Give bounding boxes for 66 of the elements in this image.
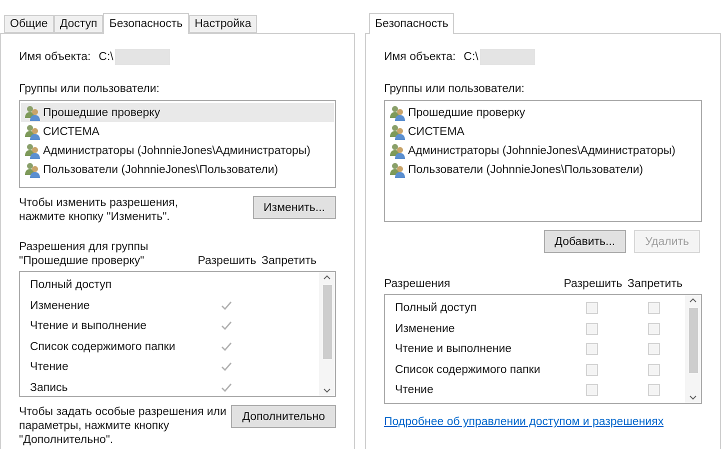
object-path: C:\ (98, 50, 114, 64)
permission-name: Запись (30, 382, 69, 394)
action-button[interactable]: Добавить... (544, 230, 626, 253)
user-group-icon (390, 104, 406, 120)
column-header: Запретить (626, 277, 684, 291)
user-group-icon (390, 162, 406, 178)
user-group-icon (390, 142, 406, 158)
permission-name: Чтение (395, 384, 434, 396)
permission-name: Полный доступ (395, 302, 478, 314)
user-group-icon (25, 142, 41, 158)
column-header: Разрешить (562, 277, 624, 291)
change-hint: Чтобы изменить разрешения, нажмите кнопку "Изменить". (19, 196, 178, 224)
group-item[interactable]: Администраторы (JohnnieJones\Администраторы) (386, 141, 700, 160)
groups-label: Группы или пользователи: (19, 82, 160, 96)
checkbox[interactable] (586, 384, 598, 396)
user-group-icon (390, 124, 406, 140)
group-item[interactable]: Пользователи (JohnnieJones\Пользователи) (21, 160, 334, 179)
permission-name: Список содержимого папки (30, 340, 176, 353)
permission-name: Список содержимого папки (395, 364, 542, 376)
object-path: C:\ (464, 50, 478, 64)
group-item[interactable]: Прошедшие проверку (21, 103, 334, 122)
group-item[interactable]: Пользователи (JohnnieJones\Пользователи) (386, 160, 700, 179)
scrollbar[interactable] (685, 295, 701, 403)
permissions-label: Разрешения для группы "Прошедшие проверку" (19, 240, 150, 268)
tab[interactable]: Общие (4, 15, 54, 33)
checkbox[interactable] (586, 343, 598, 356)
checkbox[interactable] (586, 302, 598, 314)
column-header: Разрешить (196, 254, 258, 268)
checkbox[interactable] (648, 364, 660, 376)
permission-name: Изменение (395, 322, 456, 335)
permission-name: Чтение и выполнение (30, 320, 148, 332)
permission-name: Полный доступ (30, 279, 113, 292)
tab[interactable]: Безопасность (369, 13, 454, 34)
column-header: Запретить (260, 254, 318, 268)
help-link[interactable]: Подробнее об управлении доступом и разрешениях (384, 416, 702, 428)
checkbox[interactable] (648, 322, 660, 335)
scrollbar-thumb[interactable] (688, 308, 698, 373)
group-item[interactable]: СИСТЕМА (21, 122, 334, 141)
tab[interactable]: Настройка (188, 15, 258, 33)
group-item[interactable]: Администраторы (JohnnieJones\Администраторы) (21, 141, 334, 160)
advanced-hint: Чтобы задать особые разрешения или параметры, нажмите кнопку "Дополнительно". (19, 405, 226, 447)
permission-name: Изменение (30, 300, 91, 312)
scrollbar[interactable] (319, 272, 335, 396)
groups-label: Группы или пользователи: (384, 82, 526, 96)
checkbox[interactable] (648, 343, 660, 356)
permission-name: Чтение и выполнение (395, 343, 513, 356)
permissions-label: Разрешения (384, 277, 452, 291)
checkbox[interactable] (648, 302, 660, 314)
checkbox[interactable] (586, 322, 598, 335)
change-button[interactable]: Изменить... (252, 196, 336, 219)
advanced-button[interactable]: Дополнительно (231, 405, 336, 428)
checkbox[interactable] (648, 384, 660, 396)
group-item[interactable]: Прошедшие проверку (386, 103, 700, 122)
tab[interactable]: Безопасность (103, 13, 189, 34)
checkbox[interactable] (586, 364, 598, 376)
object-name-label: Имя объекта: (19, 50, 91, 64)
object-name-label: Имя объекта: (384, 50, 456, 64)
redacted-path (115, 49, 170, 65)
user-group-icon (25, 104, 41, 120)
group-item[interactable]: СИСТЕМА (386, 122, 700, 141)
scrollbar-thumb[interactable] (322, 285, 332, 360)
user-group-icon (25, 124, 41, 140)
tab[interactable]: Доступ (54, 15, 104, 33)
user-group-icon (25, 162, 41, 178)
permission-name: Чтение (30, 361, 70, 374)
redacted-path (480, 49, 536, 65)
